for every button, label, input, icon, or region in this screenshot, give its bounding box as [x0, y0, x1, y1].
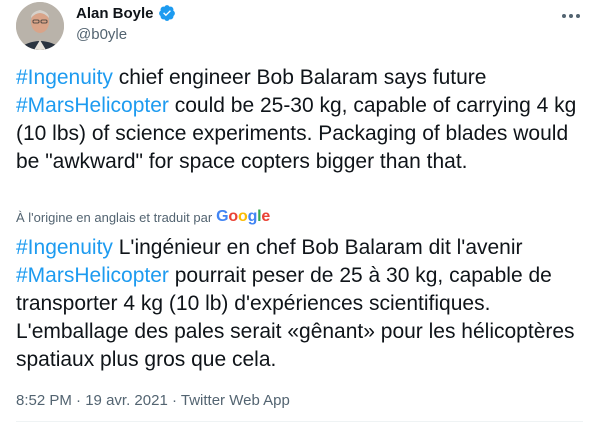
divider: [16, 421, 583, 422]
author-handle[interactable]: @b0yle: [76, 26, 127, 43]
tweet-time[interactable]: 8:52 PM: [16, 392, 72, 409]
tweet-text-segment: chief engineer Bob Balaram says future: [112, 66, 487, 89]
tweet-text: #Ingenuity chief engineer Bob Balaram sa…: [16, 64, 584, 176]
tweet-source: Twitter Web App: [180, 392, 290, 409]
translation-note: À l'origine en anglais et traduit par Go…: [16, 208, 270, 226]
hashtag-ingenuity[interactable]: #Ingenuity: [16, 66, 113, 89]
google-logo[interactable]: Google: [216, 208, 270, 226]
tweet-date[interactable]: 19 avr. 2021: [85, 392, 168, 409]
translated-text: #Ingenuity L'ingénieur en chef Bob Balar…: [16, 234, 584, 374]
author-name-text[interactable]: Alan Boyle: [76, 5, 154, 22]
translated-text-segment: L'ingénieur en chef Bob Balaram dit l'av…: [112, 236, 523, 259]
tweet-meta: 8:52 PM · 19 avr. 2021 · Twitter Web App: [16, 392, 290, 409]
author-name[interactable]: Alan Boyle: [76, 4, 176, 22]
meta-separator: ·: [76, 392, 82, 409]
hashtag-marshelicopter[interactable]: #MarsHelicopter: [16, 94, 169, 117]
translation-note-text: À l'origine en anglais et traduit par: [16, 209, 213, 225]
verified-badge-icon: [158, 4, 176, 22]
meta-separator: ·: [171, 392, 177, 409]
hashtag-ingenuity[interactable]: #Ingenuity: [16, 236, 113, 259]
more-options-icon[interactable]: [556, 6, 586, 26]
hashtag-marshelicopter[interactable]: #MarsHelicopter: [16, 264, 169, 287]
author-avatar[interactable]: [16, 2, 64, 50]
